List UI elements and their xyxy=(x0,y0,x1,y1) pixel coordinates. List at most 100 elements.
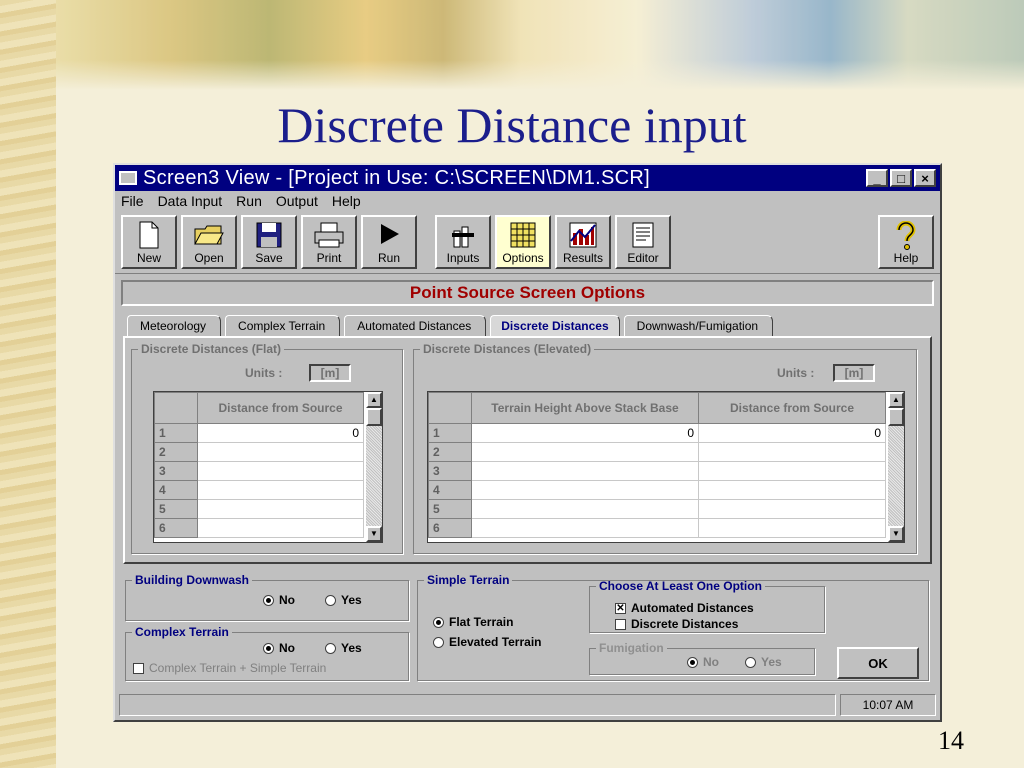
save-button[interactable]: Save xyxy=(241,215,297,269)
elevated-row-number: 5 xyxy=(428,499,472,519)
elevated-grid-scrollbar[interactable]: ▲ ▼ xyxy=(888,392,904,542)
terrain-height-cell[interactable] xyxy=(471,461,699,481)
editor-button-label: Editor xyxy=(627,251,659,265)
flat-distance-cell[interactable] xyxy=(197,461,364,481)
scroll-down-icon[interactable]: ▼ xyxy=(888,526,904,542)
complex-terrain-label: Complex Terrain xyxy=(135,625,229,639)
complex-no-option[interactable]: No xyxy=(263,641,295,655)
downwash-yes-label: Yes xyxy=(341,593,362,607)
toolbar: New Open Save Print Run Inputs Options R… xyxy=(115,211,940,274)
downwash-yes-option[interactable]: Yes xyxy=(325,593,362,607)
automated-distances-label: Automated Distances xyxy=(631,601,754,615)
complex-yes-label: Yes xyxy=(341,641,362,655)
editor-button[interactable]: Editor xyxy=(615,215,671,269)
results-button[interactable]: Results xyxy=(555,215,611,269)
tab-discrete-distances[interactable]: Discrete Distances xyxy=(490,315,620,336)
building-downwash-label: Building Downwash xyxy=(135,573,249,587)
fumigation-no-option[interactable]: No xyxy=(687,655,719,669)
scroll-thumb[interactable] xyxy=(888,408,904,426)
terrain-height-cell[interactable] xyxy=(471,499,699,519)
terrain-height-cell[interactable] xyxy=(471,442,699,462)
automated-distances-checkbox[interactable]: ✕ Automated Distances xyxy=(615,601,754,615)
flat-grid-scrollbar[interactable]: ▲ ▼ xyxy=(366,392,382,542)
play-arrow-icon xyxy=(381,224,399,244)
app-window-icon[interactable] xyxy=(119,171,137,185)
terrain-height-cell[interactable] xyxy=(471,480,699,500)
downwash-no-option[interactable]: No xyxy=(263,593,295,607)
flat-distance-grid[interactable]: Distance from Source 10 2 3 4 5 6 ▲ ▼ xyxy=(153,391,383,543)
menu-data-input[interactable]: Data Input xyxy=(158,193,223,209)
elevated-terrain-option[interactable]: Elevated Terrain xyxy=(433,635,541,649)
question-mark-icon xyxy=(896,221,916,250)
terrain-height-cell[interactable] xyxy=(471,518,699,538)
close-button[interactable]: × xyxy=(914,169,936,187)
minimize-button[interactable]: _ xyxy=(866,169,888,187)
checkbox-checked-icon: ✕ xyxy=(615,602,626,614)
elevated-distance-cell[interactable] xyxy=(698,499,886,519)
radio-selected-icon xyxy=(263,642,274,654)
flat-distance-cell[interactable] xyxy=(197,480,364,500)
terrain-height-cell[interactable]: 0 xyxy=(471,423,699,443)
elevated-distance-cell[interactable] xyxy=(698,518,886,538)
fumigation-yes-option[interactable]: Yes xyxy=(745,655,782,669)
help-button-label: Help xyxy=(893,251,919,265)
menu-help[interactable]: Help xyxy=(332,193,361,209)
complex-simple-checkbox[interactable]: Complex Terrain + Simple Terrain xyxy=(133,661,326,675)
scroll-thumb[interactable] xyxy=(366,408,382,426)
open-button-label: Open xyxy=(194,251,224,265)
maximize-button[interactable]: □ xyxy=(890,169,912,187)
menu-file[interactable]: File xyxy=(121,193,144,209)
discrete-distances-checkbox[interactable]: Discrete Distances xyxy=(615,617,738,631)
open-button[interactable]: Open xyxy=(181,215,237,269)
screen3-window: Screen3 View - [Project in Use: C:\SCREE… xyxy=(113,163,942,722)
elevated-units-label: Units : xyxy=(777,366,815,380)
flat-row-number: 1 xyxy=(154,423,198,443)
print-button[interactable]: Print xyxy=(301,215,357,269)
window-title: Screen3 View - [Project in Use: C:\SCREE… xyxy=(143,166,651,189)
flat-distance-cell[interactable]: 0 xyxy=(197,423,364,443)
elevated-distance-grid[interactable]: Terrain Height Above Stack Base Distance … xyxy=(427,391,905,543)
flat-distance-cell[interactable] xyxy=(197,518,364,538)
new-button-label: New xyxy=(136,251,161,265)
menu-run[interactable]: Run xyxy=(236,193,262,209)
discrete-distances-label: Discrete Distances xyxy=(631,617,739,631)
tab-automated-distances[interactable]: Automated Distances xyxy=(344,315,487,336)
options-button[interactable]: Options xyxy=(495,215,551,269)
elevated-units-value: [m] xyxy=(833,364,875,382)
scroll-up-icon[interactable]: ▲ xyxy=(888,392,904,408)
window-titlebar[interactable]: Screen3 View - [Project in Use: C:\SCREE… xyxy=(115,165,940,191)
elevated-distance-cell[interactable] xyxy=(698,480,886,500)
elevated-distance-cell[interactable]: 0 xyxy=(698,423,886,443)
flat-distance-cell[interactable] xyxy=(197,499,364,519)
radio-empty-icon xyxy=(325,594,336,606)
new-button[interactable]: New xyxy=(121,215,177,269)
elevated-distance-cell[interactable] xyxy=(698,442,886,462)
tab-meteorology[interactable]: Meteorology xyxy=(127,315,222,336)
complex-yes-option[interactable]: Yes xyxy=(325,641,362,655)
terrain-height-header: Terrain Height Above Stack Base xyxy=(471,392,699,424)
new-document-icon xyxy=(139,221,159,249)
tab-downwash-fumigation[interactable]: Downwash/Fumigation xyxy=(623,315,774,336)
flat-terrain-label: Flat Terrain xyxy=(449,615,514,629)
status-message xyxy=(119,694,836,716)
inputs-button[interactable]: Inputs xyxy=(435,215,491,269)
run-button[interactable]: Run xyxy=(361,215,417,269)
simple-terrain-label: Simple Terrain xyxy=(427,573,510,587)
options-button-label: Options xyxy=(502,251,544,265)
run-button-label: Run xyxy=(377,251,400,265)
elevated-row-number: 1 xyxy=(428,423,472,443)
slide-title: Discrete Distance input xyxy=(277,97,747,153)
menu-output[interactable]: Output xyxy=(276,193,318,209)
tab-complex-terrain[interactable]: Complex Terrain xyxy=(225,315,341,336)
flat-terrain-option[interactable]: Flat Terrain xyxy=(433,615,513,629)
elevated-distance-cell[interactable] xyxy=(698,461,886,481)
flat-row-number: 2 xyxy=(154,442,198,462)
elevated-group-label: Discrete Distances (Elevated) xyxy=(423,342,592,356)
ok-button[interactable]: OK xyxy=(837,647,919,679)
flat-row-number: 3 xyxy=(154,461,198,481)
flat-column-header: Distance from Source xyxy=(197,392,364,424)
scroll-down-icon[interactable]: ▼ xyxy=(366,526,382,542)
scroll-up-icon[interactable]: ▲ xyxy=(366,392,382,408)
flat-distance-cell[interactable] xyxy=(197,442,364,462)
help-button[interactable]: Help xyxy=(878,215,934,269)
